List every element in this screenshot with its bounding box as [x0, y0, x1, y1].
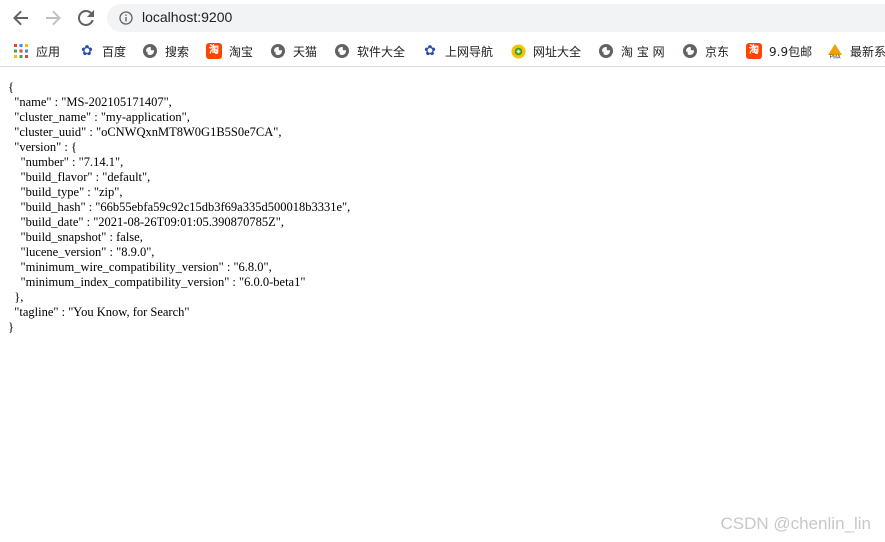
json-line: "number" : "7.14.1",: [8, 155, 124, 169]
json-line: "cluster_uuid" : "oCNWQxnMT8W0G1B5S0e7CA…: [8, 125, 282, 139]
baidu-paw-icon: ✿: [424, 43, 436, 59]
hao123-icon: [510, 43, 526, 59]
bookmark-hao123[interactable]: 网址大全: [510, 41, 581, 61]
bookmark-label: 淘 宝 网: [621, 44, 665, 59]
json-line: "build_snapshot" : false,: [8, 230, 143, 244]
globe-icon: [598, 43, 614, 59]
bookmark-baidu[interactable]: ✿ 百度: [79, 41, 126, 61]
json-line: "build_type" : "zip",: [8, 185, 123, 199]
url-text[interactable]: localhost:9200: [142, 9, 232, 25]
taobao-icon: 淘: [206, 43, 222, 59]
bookmark-taobao[interactable]: 淘 淘宝: [206, 41, 253, 61]
browser-toolbar: localhost:9200: [0, 0, 885, 36]
json-line: "minimum_wire_compatibility_version" : "…: [8, 260, 272, 274]
info-icon[interactable]: [119, 11, 133, 25]
forward-arrow-icon: [46, 10, 61, 26]
json-line: },: [8, 290, 24, 304]
bookmark-label: 应用: [36, 44, 61, 59]
json-line: {: [8, 80, 14, 94]
bookmark-tmall[interactable]: 天猫: [270, 41, 317, 61]
bookmark-label: 上网导航: [445, 44, 494, 59]
watermark: CSDN @chenlin_lin: [720, 514, 872, 533]
json-line: "name" : "MS-202105171407",: [8, 95, 172, 109]
apps-grid-icon: [13, 43, 29, 59]
reload-icon: [78, 10, 94, 26]
bookmark-search[interactable]: 搜索: [142, 41, 189, 61]
bookmark-label: 天猫: [293, 44, 318, 59]
bookmark-jd[interactable]: 京东: [682, 41, 729, 61]
json-line: "build_flavor" : "default",: [8, 170, 151, 184]
json-line: "lucene_version" : "8.9.0",: [8, 245, 155, 259]
bookmark-label: 淘宝: [229, 44, 254, 59]
bookmark-software[interactable]: 软件大全: [334, 41, 405, 61]
json-line: "build_date" : "2021-08-26T09:01:05.3908…: [8, 215, 284, 229]
json-line: "version" : {: [8, 140, 77, 154]
bookmark-apps[interactable]: 应用: [13, 41, 60, 61]
globe-icon: [270, 43, 286, 59]
bookmark-label: 百度: [102, 44, 127, 59]
globe-icon: [682, 43, 698, 59]
baidu-paw-icon: ✿: [81, 43, 93, 59]
bookmark-nav[interactable]: ✿ 上网导航: [422, 41, 493, 61]
reload-button[interactable]: [74, 6, 98, 30]
bookmark-label: 京东: [705, 44, 730, 59]
bookmark-99[interactable]: 淘 9.9包邮: [746, 41, 812, 61]
bookmark-label: 最新系: [850, 44, 885, 59]
back-arrow-icon: [13, 10, 28, 26]
taobao-icon: 淘: [746, 43, 762, 59]
address-bar[interactable]: localhost:9200: [107, 4, 885, 32]
bookmark-label: 9.9包邮: [769, 44, 813, 59]
pma-icon: PMA: [827, 43, 843, 59]
bookmark-taobao-net[interactable]: 淘 宝 网: [598, 41, 665, 61]
bookmarks-bar: 应用 ✿ 百度 搜索 淘 淘宝 天猫 软件大全 ✿ 上网导航 网址大全 淘 宝 …: [0, 36, 885, 67]
globe-icon: [142, 43, 158, 59]
json-line: "tagline" : "You Know, for Search": [8, 305, 190, 319]
globe-icon: [334, 43, 350, 59]
json-response: { "name" : "MS-202105171407", "cluster_n…: [8, 80, 350, 335]
back-button[interactable]: [9, 6, 33, 30]
bookmark-label: 网址大全: [533, 44, 582, 59]
json-line: "minimum_index_compatibility_version" : …: [8, 275, 306, 289]
svg-text:PMA: PMA: [830, 55, 842, 60]
forward-button[interactable]: [41, 6, 65, 30]
bookmark-label: 搜索: [165, 44, 190, 59]
json-line: "cluster_name" : "my-application",: [8, 110, 190, 124]
bookmark-label: 软件大全: [357, 44, 406, 59]
bookmark-latest[interactable]: PMA 最新系: [827, 41, 885, 61]
json-line: "build_hash" : "66b55ebfa59c92c15db3f69a…: [8, 200, 351, 214]
json-line: }: [8, 320, 14, 334]
